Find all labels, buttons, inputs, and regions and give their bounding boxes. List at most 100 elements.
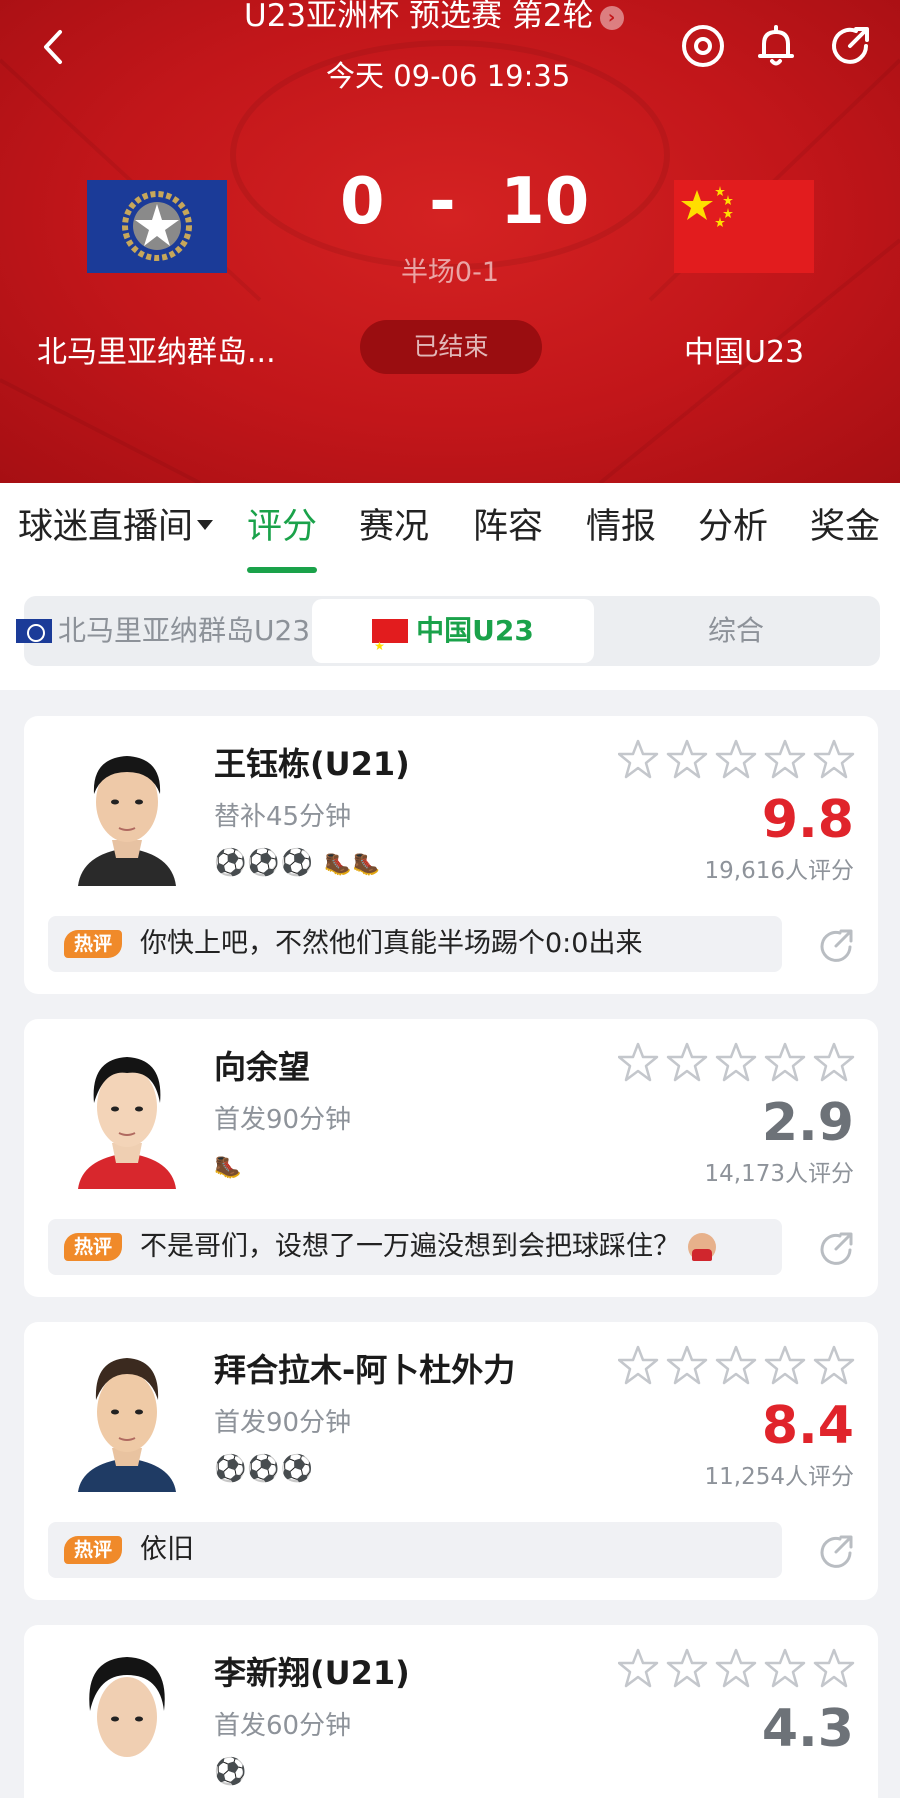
share-icon[interactable] — [826, 22, 874, 70]
team-option-label: 北马里亚纳群岛U23 — [58, 614, 311, 647]
hot-comment-badge: 热评 — [64, 1536, 122, 1564]
comment-text-body: 不是哥们，设想了一万遍没想到会把球踩住？ — [140, 1231, 680, 1262]
player-rating: 8.4 — [761, 1396, 854, 1456]
player-card[interactable]: 拜合拉木-阿卜杜外力 首发90分钟 ⚽⚽⚽ 8.4 11,254人评分 热评 依… — [24, 1322, 878, 1600]
share-icon[interactable] — [816, 926, 856, 966]
team-option-combined[interactable]: 综合 — [708, 596, 764, 666]
comment-text: 不是哥们，设想了一万遍没想到会把球踩住？ — [140, 1219, 716, 1275]
bell-icon[interactable] — [752, 22, 800, 70]
match-time: 今天 09-06 19:35 — [326, 59, 571, 93]
star-rating-input[interactable] — [618, 1647, 858, 1691]
tab-lineup[interactable]: 阵容 — [473, 505, 543, 549]
team-switch: 北马里亚纳群岛U23 中国U23 综合 — [16, 596, 880, 678]
star-icon — [666, 739, 708, 779]
match-header: U23亚洲杯 预选赛 第2轮 › 今天 09-06 19:35 0 - 10 半场… — [0, 0, 900, 483]
match-title-text: U23亚洲杯 预选赛 第2轮 — [244, 0, 594, 34]
player-rating: 4.3 — [761, 1699, 854, 1759]
star-icon — [666, 1648, 708, 1688]
chevron-left-icon — [44, 30, 62, 64]
player-events: ⚽ — [214, 1755, 247, 1789]
comment-text: 依旧 — [140, 1534, 194, 1565]
nmi-flag-emblem — [87, 180, 227, 273]
goal-icons: ⚽⚽⚽ — [214, 848, 315, 878]
star-icon — [666, 1345, 708, 1385]
team-option-away[interactable]: 中国U23 — [312, 599, 594, 678]
player-name: 李新翔(U21) — [214, 1654, 410, 1692]
share-icon[interactable] — [816, 1532, 856, 1572]
china-flag-icon — [372, 614, 409, 678]
hot-comment[interactable]: 热评 你快上吧，不然他们真能半场踢个0:0出来 — [48, 916, 782, 972]
assist-boot-icons: 🥾🥾 — [324, 852, 381, 877]
star-icon — [618, 1345, 659, 1385]
home-team-flag[interactable] — [87, 180, 227, 273]
match-title[interactable]: U23亚洲杯 预选赛 第2轮 › — [244, 0, 624, 32]
home-team-name[interactable]: 北马里亚纳群岛... — [37, 333, 276, 373]
star-icon — [618, 1042, 659, 1082]
comment-text: 你快上吧，不然他们真能半场踢个0:0出来 — [140, 928, 643, 959]
star-rating-input[interactable] — [618, 1041, 858, 1085]
star-icon — [666, 1042, 708, 1082]
hot-comment[interactable]: 热评 不是哥们，设想了一万遍没想到会把球踩住？ — [48, 1219, 782, 1275]
tab-fan-live[interactable]: 球迷直播间 — [18, 505, 214, 549]
hot-comment-badge: 热评 — [64, 930, 122, 958]
player-rating: 2.9 — [761, 1093, 854, 1153]
player-avatar — [64, 1645, 190, 1795]
player-events: 🥾 — [214, 1149, 242, 1185]
away-team-name[interactable]: 中国U23 — [684, 333, 804, 373]
assist-boot-icons: 🥾 — [214, 1155, 243, 1180]
player-events: ⚽⚽⚽ 🥾🥾 — [214, 846, 381, 882]
star-icon — [813, 739, 855, 779]
star-icon — [813, 1648, 855, 1688]
star-icon — [715, 1345, 757, 1385]
nmi-flag-icon — [16, 619, 52, 643]
chevron-right-icon: › — [599, 6, 624, 30]
tab-bonus[interactable]: 奖金 — [810, 505, 880, 549]
player-name: 拜合拉木-阿卜杜外力 — [214, 1351, 516, 1389]
player-card[interactable]: 王钰栋(U21) 替补45分钟 ⚽⚽⚽ 🥾🥾 9.8 19,616人评分 热评 你… — [24, 716, 878, 994]
star-icon — [764, 1042, 806, 1082]
star-icon — [715, 739, 757, 779]
star-rating-input[interactable] — [618, 1344, 858, 1388]
player-name: 向余望 — [214, 1048, 311, 1086]
target-icon[interactable] — [679, 22, 727, 70]
player-card[interactable]: 向余望 首发90分钟 🥾 2.9 14,173人评分 热评 不是哥们，设想了一万… — [24, 1019, 878, 1297]
back-button[interactable] — [34, 22, 74, 72]
main-tabbar: 球迷直播间 评分 赛况 阵容 情报 分析 奖金 — [0, 483, 900, 573]
match-score: 0 - 10 — [340, 165, 590, 239]
match-status-badge: 已结束 — [360, 320, 542, 374]
player-avatar — [64, 736, 190, 886]
star-icon — [764, 739, 806, 779]
star-icon — [618, 1648, 659, 1688]
rating-count: 19,616人评分 — [704, 858, 854, 884]
rating-count: 11,254人评分 — [704, 1464, 854, 1490]
share-icon[interactable] — [816, 1229, 856, 1269]
tab-match-events[interactable]: 赛况 — [359, 505, 429, 549]
hot-comment-badge: 热评 — [64, 1233, 122, 1261]
star-rating-input[interactable] — [618, 738, 858, 782]
hot-comment[interactable]: 热评 依旧 — [48, 1522, 782, 1578]
china-flag-stars — [674, 180, 814, 273]
star-icon — [813, 1345, 855, 1385]
player-events: ⚽⚽⚽ — [214, 1452, 314, 1486]
tab-intel[interactable]: 情报 — [586, 505, 656, 549]
player-minutes: 首发90分钟 — [214, 1105, 352, 1135]
player-minutes: 首发60分钟 — [214, 1711, 352, 1741]
team-option-home[interactable]: 北马里亚纳群岛U23 — [16, 596, 310, 666]
tab-rating[interactable]: 评分 — [247, 505, 317, 549]
player-minutes: 首发90分钟 — [214, 1408, 352, 1438]
goal-icons: ⚽ — [214, 1757, 248, 1787]
star-icon — [618, 739, 659, 779]
player-rating: 9.8 — [761, 790, 854, 850]
player-avatar — [64, 1039, 190, 1189]
face-emoji-icon — [688, 1233, 716, 1261]
player-card[interactable]: 李新翔(U21) 首发60分钟 ⚽ 4.3 — [24, 1625, 878, 1798]
away-team-flag[interactable] — [674, 180, 814, 273]
tab-label: 球迷直播间 — [18, 507, 194, 547]
rating-count: 14,173人评分 — [704, 1161, 854, 1187]
tab-analysis[interactable]: 分析 — [698, 505, 768, 549]
goal-icons: ⚽⚽⚽ — [214, 1454, 315, 1484]
player-minutes: 替补45分钟 — [214, 802, 352, 832]
player-avatar — [64, 1342, 190, 1492]
star-icon — [813, 1042, 855, 1082]
caret-down-icon — [197, 520, 214, 530]
